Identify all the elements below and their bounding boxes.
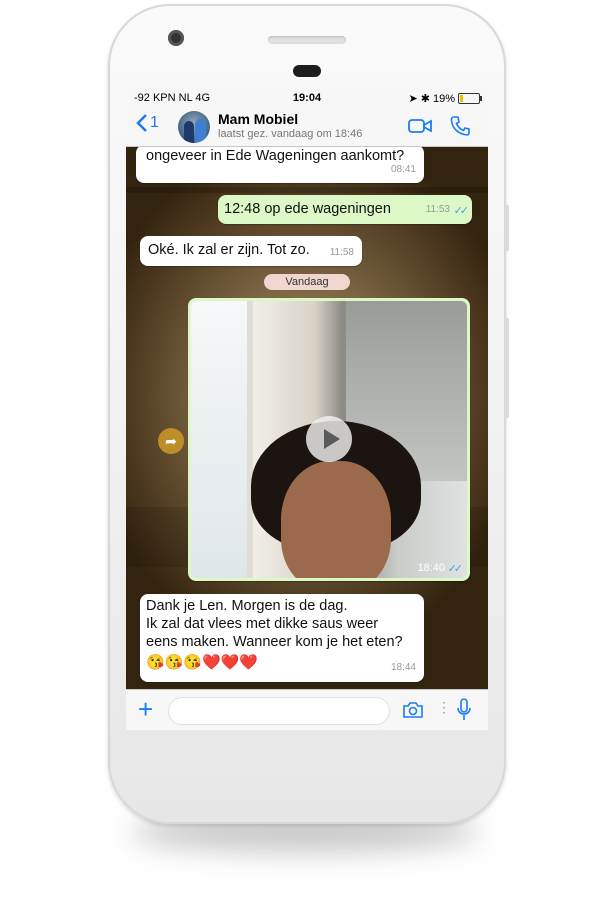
video-window-shape — [191, 301, 253, 578]
status-right: ➤ ✱ 19% — [408, 92, 482, 105]
back-count: 1 — [150, 114, 159, 131]
message-emojis: 😘😘😘❤️❤️❤️ — [146, 654, 259, 671]
side-button-bottom — [505, 318, 509, 418]
plus-icon[interactable]: + — [138, 694, 153, 724]
forward-icon[interactable]: ➦ — [158, 428, 184, 454]
contact-status: laatst gez. vandaag om 18:46 — [218, 128, 363, 140]
phone-screen: -92 KPN NL 4G 19:04 ➤ ✱ 19% 1 Mam Mobiel… — [126, 88, 488, 730]
phone-icon[interactable] — [450, 115, 470, 137]
video-thumbnail[interactable]: 18:40 ✓✓ — [191, 301, 467, 578]
video-message[interactable]: 18:40 ✓✓ — [188, 298, 470, 581]
message-time: 08:41 — [390, 164, 416, 175]
message-text: 12:48 op ede wageningen — [224, 201, 391, 217]
message-bubble-incoming[interactable]: Dank je Len. Morgen is de dag. Ik zal da… — [140, 594, 424, 682]
message-line: eens maken. Wanneer kom je het eten? — [146, 634, 403, 650]
video-call-icon[interactable] — [408, 118, 432, 134]
avatar[interactable] — [178, 111, 210, 143]
wallpaper-stripe — [126, 187, 488, 193]
proximity-sensor — [293, 65, 321, 77]
message-bubble-incoming[interactable]: ongeveer in Ede Wageningen aankomt? 08:4… — [136, 147, 424, 183]
status-bar: -92 KPN NL 4G 19:04 ➤ ✱ 19% — [126, 88, 488, 108]
front-camera — [168, 30, 184, 46]
video-time: 18:40 — [417, 562, 445, 574]
message-time: 18:44 — [390, 662, 416, 673]
video-person-face — [281, 461, 391, 578]
message-time: 11:58 — [329, 247, 354, 258]
side-button-top — [505, 205, 509, 251]
message-line: Ik zal dat vlees met dikke saus weer — [146, 616, 379, 632]
message-time: 11:53 — [425, 204, 450, 215]
play-icon[interactable] — [306, 416, 352, 462]
separator-dots: ⋮ — [437, 699, 451, 715]
chat-area[interactable]: ongeveer in Ede Wageningen aankomt? 08:4… — [126, 147, 488, 689]
contact-name[interactable]: Mam Mobiel — [218, 111, 298, 127]
battery-fill — [460, 95, 463, 102]
message-input[interactable] — [168, 697, 390, 725]
location-icon: ➤ — [408, 93, 418, 105]
camera-icon[interactable] — [402, 701, 424, 719]
message-bubble-incoming[interactable]: Oké. Ik zal er zijn. Tot zo. 11:58 — [140, 236, 362, 266]
message-text: Oké. Ik zal er zijn. Tot zo. — [148, 242, 310, 258]
battery-percent: 19% — [432, 92, 455, 105]
earpiece-speaker — [268, 36, 346, 44]
bluetooth-icon: ✱ — [420, 93, 430, 105]
battery-icon — [458, 93, 482, 104]
message-text: ongeveer in Ede Wageningen aankomt? — [146, 148, 405, 164]
read-ticks-icon: ✓✓ — [453, 205, 470, 217]
message-line: Dank je Len. Morgen is de dag. — [146, 598, 348, 614]
chevron-left-icon — [136, 114, 147, 132]
date-separator: Vandaag — [264, 274, 350, 290]
read-ticks-icon: ✓✓ — [447, 563, 464, 575]
chat-header: 1 Mam Mobiel laatst gez. vandaag om 18:4… — [126, 108, 488, 147]
microphone-icon[interactable] — [456, 698, 472, 722]
back-button[interactable]: 1 — [136, 114, 159, 132]
input-bar: + ⋮ — [126, 689, 488, 730]
message-bubble-outgoing[interactable]: 12:48 op ede wageningen 11:53 ✓✓ — [218, 195, 472, 224]
